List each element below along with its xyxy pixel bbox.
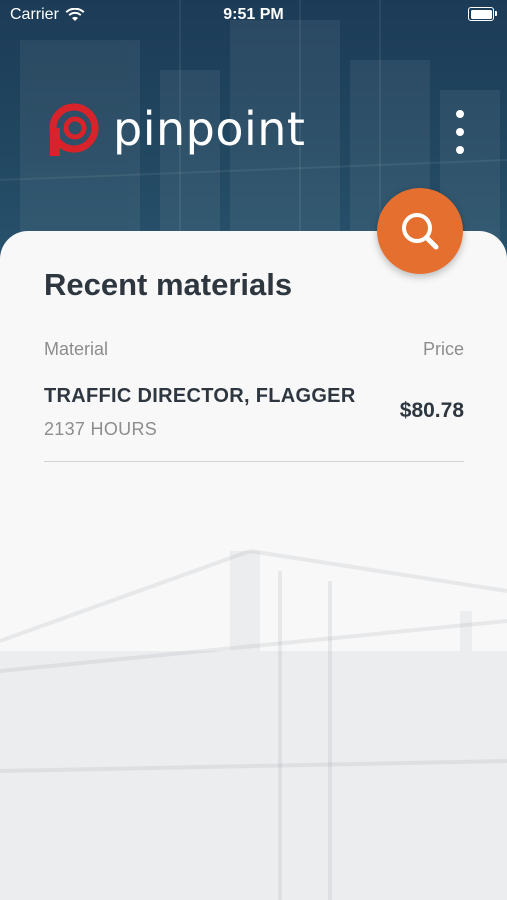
material-name: TRAFFIC DIRECTOR, FLAGGER [44, 385, 356, 407]
price-column-header: Price [422, 339, 464, 359]
recent-materials-card: Recent materials Material Price TRAFFIC … [0, 231, 507, 900]
search-icon [402, 213, 439, 250]
pin-logo-icon [49, 103, 99, 156]
brand-name: pinpoint [113, 102, 306, 156]
search-button[interactable] [377, 188, 463, 274]
table-header: Material Price [44, 339, 464, 360]
construction-background-image [0, 549, 507, 900]
status-bar: Carrier 9:51 PM [0, 0, 507, 30]
status-time: 9:51 PM [223, 6, 284, 23]
more-vertical-icon-dot [456, 110, 464, 118]
pinpoint-logo: pinpoint [47, 102, 305, 156]
page-title: Recent materials [44, 267, 293, 302]
material-price: $80.78 [399, 399, 464, 422]
material-row[interactable]: TRAFFIC DIRECTOR, FLAGGER 2137 HOURS $80… [44, 381, 464, 462]
app-screen: Carrier 9:51 PM pinpoint Recent material… [0, 0, 507, 900]
more-vertical-icon-dot [456, 146, 464, 154]
more-menu-button[interactable] [446, 110, 474, 154]
material-quantity: 2137 HOURS [44, 419, 158, 439]
battery-icon [468, 7, 497, 21]
more-vertical-icon-dot [456, 128, 464, 136]
material-column-header: Material [44, 339, 109, 359]
